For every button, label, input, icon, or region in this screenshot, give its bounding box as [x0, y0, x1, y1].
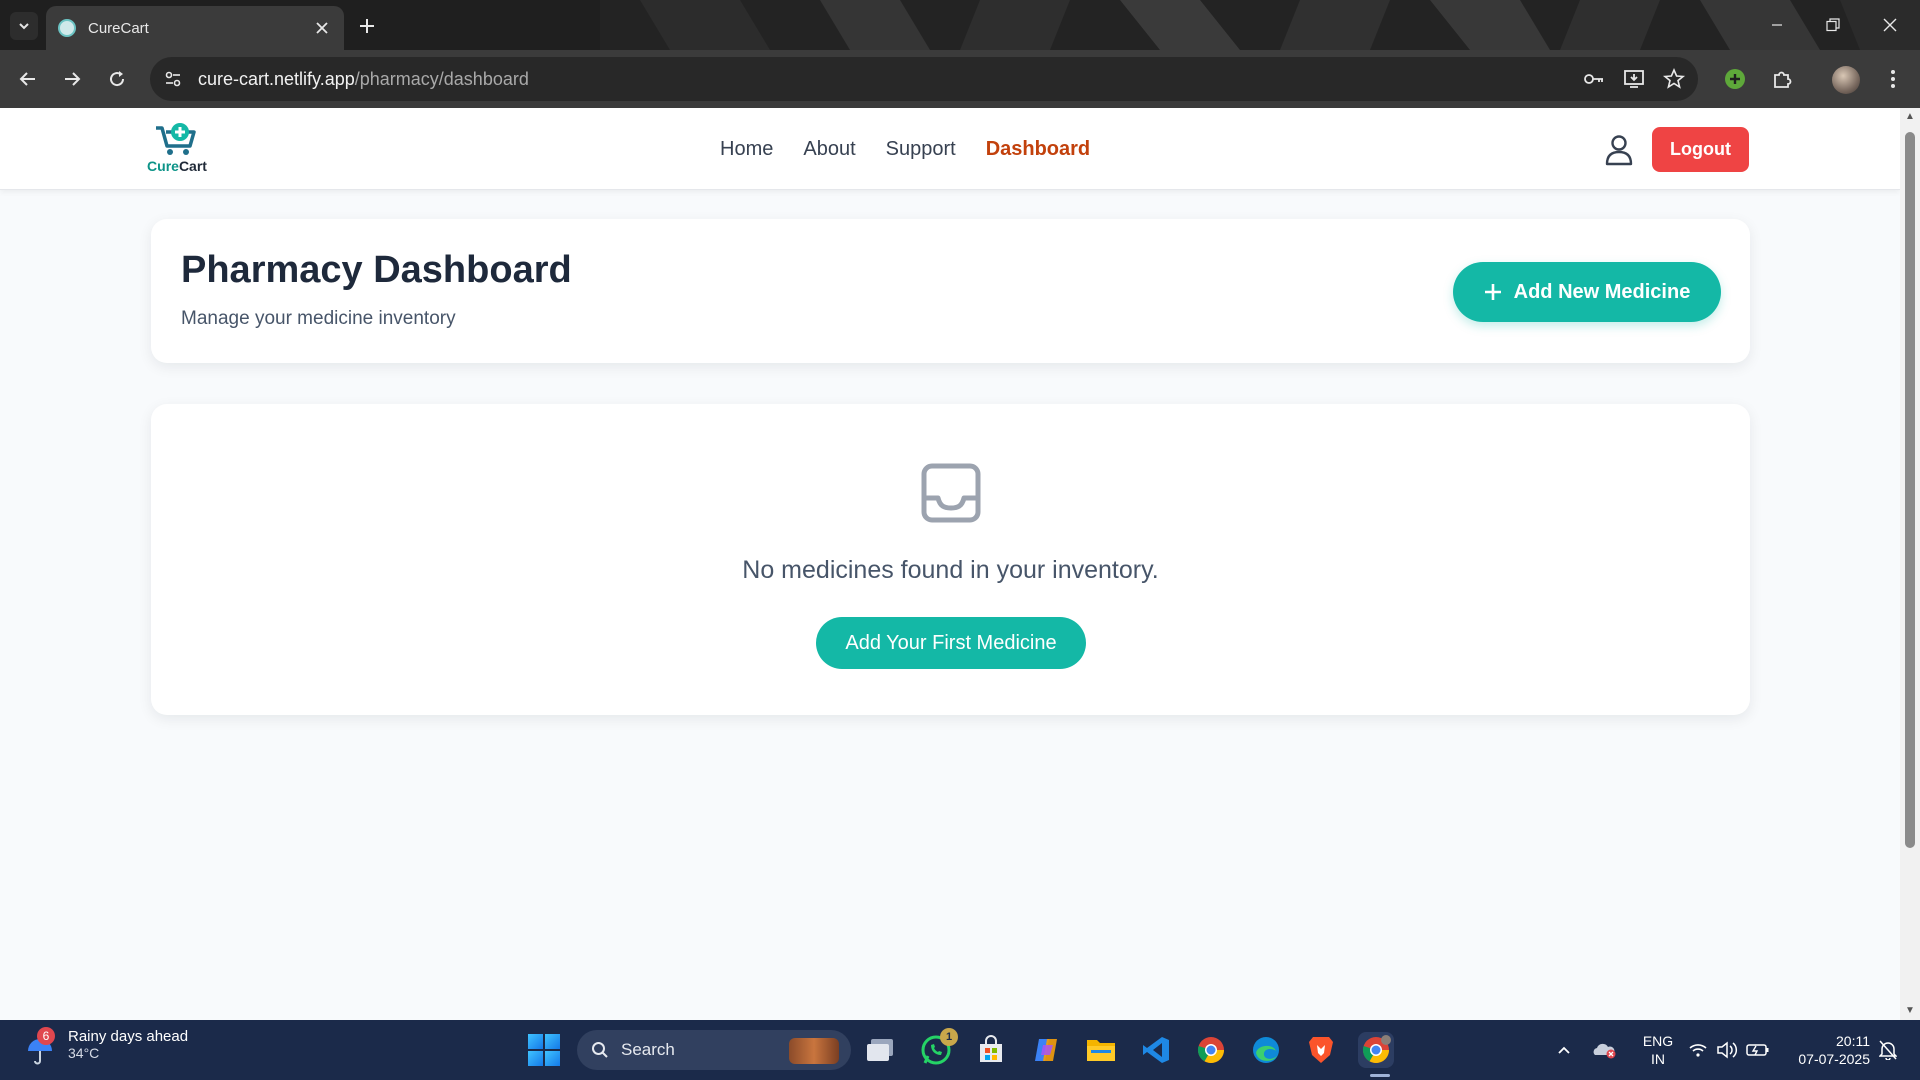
- forward-button[interactable]: [56, 63, 88, 95]
- install-app-icon[interactable]: [1622, 67, 1646, 91]
- arrow-left-icon: [19, 72, 35, 86]
- volume-icon[interactable]: [1714, 1020, 1740, 1080]
- battery-icon[interactable]: [1744, 1020, 1772, 1080]
- wifi-icon[interactable]: [1686, 1020, 1710, 1080]
- browser-tab-curecart[interactable]: CureCart: [46, 6, 344, 50]
- nav-link-home[interactable]: Home: [720, 138, 773, 161]
- file-explorer-icon[interactable]: [1083, 1032, 1119, 1068]
- user-profile-icon[interactable]: [1604, 134, 1634, 166]
- browser-tab-bar: CureCart: [0, 0, 1920, 50]
- language-indicator[interactable]: ENG IN: [1636, 1032, 1680, 1068]
- task-view-icon[interactable]: [862, 1032, 898, 1068]
- empty-inventory-message: No medicines found in your inventory.: [742, 556, 1159, 584]
- brave-icon[interactable]: [1303, 1032, 1339, 1068]
- tab-bar-background-art: [600, 0, 1920, 50]
- weather-temperature: 34°C: [68, 1045, 100, 1061]
- logo-text: CureCart: [146, 158, 208, 174]
- nav-link-about[interactable]: About: [803, 138, 855, 161]
- dashboard-header-card: Pharmacy Dashboard Manage your medicine …: [151, 219, 1750, 363]
- extensions-puzzle-icon[interactable]: [1767, 64, 1797, 94]
- chevron-down-icon: [19, 23, 29, 30]
- clock-date: 07-07-2025: [1798, 1051, 1870, 1067]
- windows-taskbar: 6 Rainy days ahead 34°C Search 1 ENG IN …: [0, 1020, 1920, 1080]
- edge-icon[interactable]: [1248, 1032, 1284, 1068]
- restore-button[interactable]: [1805, 0, 1861, 50]
- close-window-button[interactable]: [1862, 0, 1918, 50]
- search-highlight-image: [789, 1038, 839, 1064]
- minimize-icon: [1772, 24, 1782, 26]
- url-host: cure-cart.netlify.app: [198, 68, 355, 89]
- active-app-indicator: [1370, 1074, 1390, 1077]
- rain-umbrella-icon: 6: [24, 1026, 56, 1064]
- page-scrollbar[interactable]: ▲ ▼: [1900, 108, 1920, 1020]
- site-header: CureCart Home About Support Dashboard Lo…: [0, 108, 1900, 190]
- nav-link-support[interactable]: Support: [886, 138, 956, 161]
- copilot-icon[interactable]: [1028, 1032, 1064, 1068]
- search-icon: [592, 1042, 608, 1058]
- close-icon: [1883, 18, 1897, 32]
- password-key-icon[interactable]: [1582, 67, 1606, 91]
- tab-search-button[interactable]: [10, 12, 38, 40]
- site-info-icon[interactable]: [162, 68, 184, 90]
- chrome-icon[interactable]: [1193, 1032, 1229, 1068]
- plus-icon: [1484, 284, 1501, 300]
- arrow-right-icon: [65, 72, 81, 86]
- scrollbar-thumb[interactable]: [1905, 132, 1915, 848]
- add-first-medicine-button[interactable]: Add Your First Medicine: [816, 617, 1086, 669]
- logo-text-cure: Cure: [147, 158, 179, 174]
- browser-menu-icon[interactable]: [1878, 64, 1908, 94]
- cart-plus-logo-icon: [156, 123, 196, 155]
- plus-icon: [360, 19, 374, 33]
- nav-link-dashboard[interactable]: Dashboard: [986, 138, 1090, 161]
- curecart-logo[interactable]: CureCart: [146, 122, 208, 180]
- show-hidden-icons-chevron-icon[interactable]: [1552, 1020, 1576, 1080]
- logout-button[interactable]: Logout: [1652, 127, 1749, 172]
- windows-start-icon[interactable]: [528, 1034, 560, 1066]
- onedrive-error-icon[interactable]: [1590, 1020, 1618, 1080]
- page-subtitle: Manage your medicine inventory: [181, 308, 456, 329]
- address-bar[interactable]: cure-cart.netlify.app/pharmacy/dashboard: [150, 57, 1698, 101]
- system-clock[interactable]: 20:11 07-07-2025: [1780, 1032, 1870, 1068]
- inbox-icon: [920, 462, 982, 524]
- add-new-medicine-label: Add New Medicine: [1513, 280, 1691, 303]
- page-title: Pharmacy Dashboard: [181, 249, 572, 291]
- notification-bell-icon[interactable]: [1874, 1020, 1902, 1080]
- site-favicon-icon: [58, 19, 76, 37]
- main-nav: Home About Support Dashboard: [720, 132, 1090, 166]
- whatsapp-icon[interactable]: 1: [918, 1028, 958, 1068]
- scroll-up-arrow-icon[interactable]: ▲: [1904, 112, 1916, 122]
- profile-avatar[interactable]: [1832, 66, 1860, 94]
- close-tab-icon[interactable]: [312, 18, 332, 38]
- empty-inventory-card: No medicines found in your inventory. Ad…: [151, 404, 1750, 715]
- extension-green-icon[interactable]: [1720, 64, 1750, 94]
- language-line1: ENG: [1642, 1033, 1674, 1049]
- chrome-active-window-icon[interactable]: [1358, 1032, 1394, 1068]
- weather-widget[interactable]: 6 Rainy days ahead 34°C: [24, 1026, 189, 1064]
- back-button[interactable]: [12, 63, 44, 95]
- reload-icon: [110, 71, 125, 87]
- browser-toolbar: cure-cart.netlify.app/pharmacy/dashboard: [0, 50, 1920, 108]
- scroll-down-arrow-icon[interactable]: ▼: [1904, 1006, 1916, 1016]
- weather-alert-badge: 6: [37, 1026, 55, 1045]
- clock-time: 20:11: [1836, 1033, 1870, 1049]
- logo-text-cart: Cart: [178, 158, 207, 174]
- weather-title: Rainy days ahead: [68, 1028, 189, 1045]
- restore-icon: [1826, 18, 1840, 32]
- tab-title: CureCart: [88, 19, 149, 37]
- new-tab-button[interactable]: [353, 12, 381, 40]
- bookmark-star-icon[interactable]: [1662, 67, 1686, 91]
- reload-button[interactable]: [101, 63, 133, 95]
- url-path: /pharmacy/dashboard: [354, 68, 529, 89]
- add-new-medicine-button[interactable]: Add New Medicine: [1453, 262, 1721, 322]
- language-line2: IN: [1651, 1051, 1665, 1067]
- whatsapp-badge: 1: [940, 1028, 958, 1046]
- microsoft-store-icon[interactable]: [973, 1032, 1009, 1068]
- page-viewport: CureCart Home About Support Dashboard Lo…: [0, 108, 1900, 1020]
- taskbar-search-box[interactable]: Search: [577, 1030, 851, 1070]
- minimize-button[interactable]: [1749, 0, 1805, 50]
- taskbar-search-placeholder: Search: [621, 1040, 675, 1059]
- vscode-icon[interactable]: [1138, 1032, 1174, 1068]
